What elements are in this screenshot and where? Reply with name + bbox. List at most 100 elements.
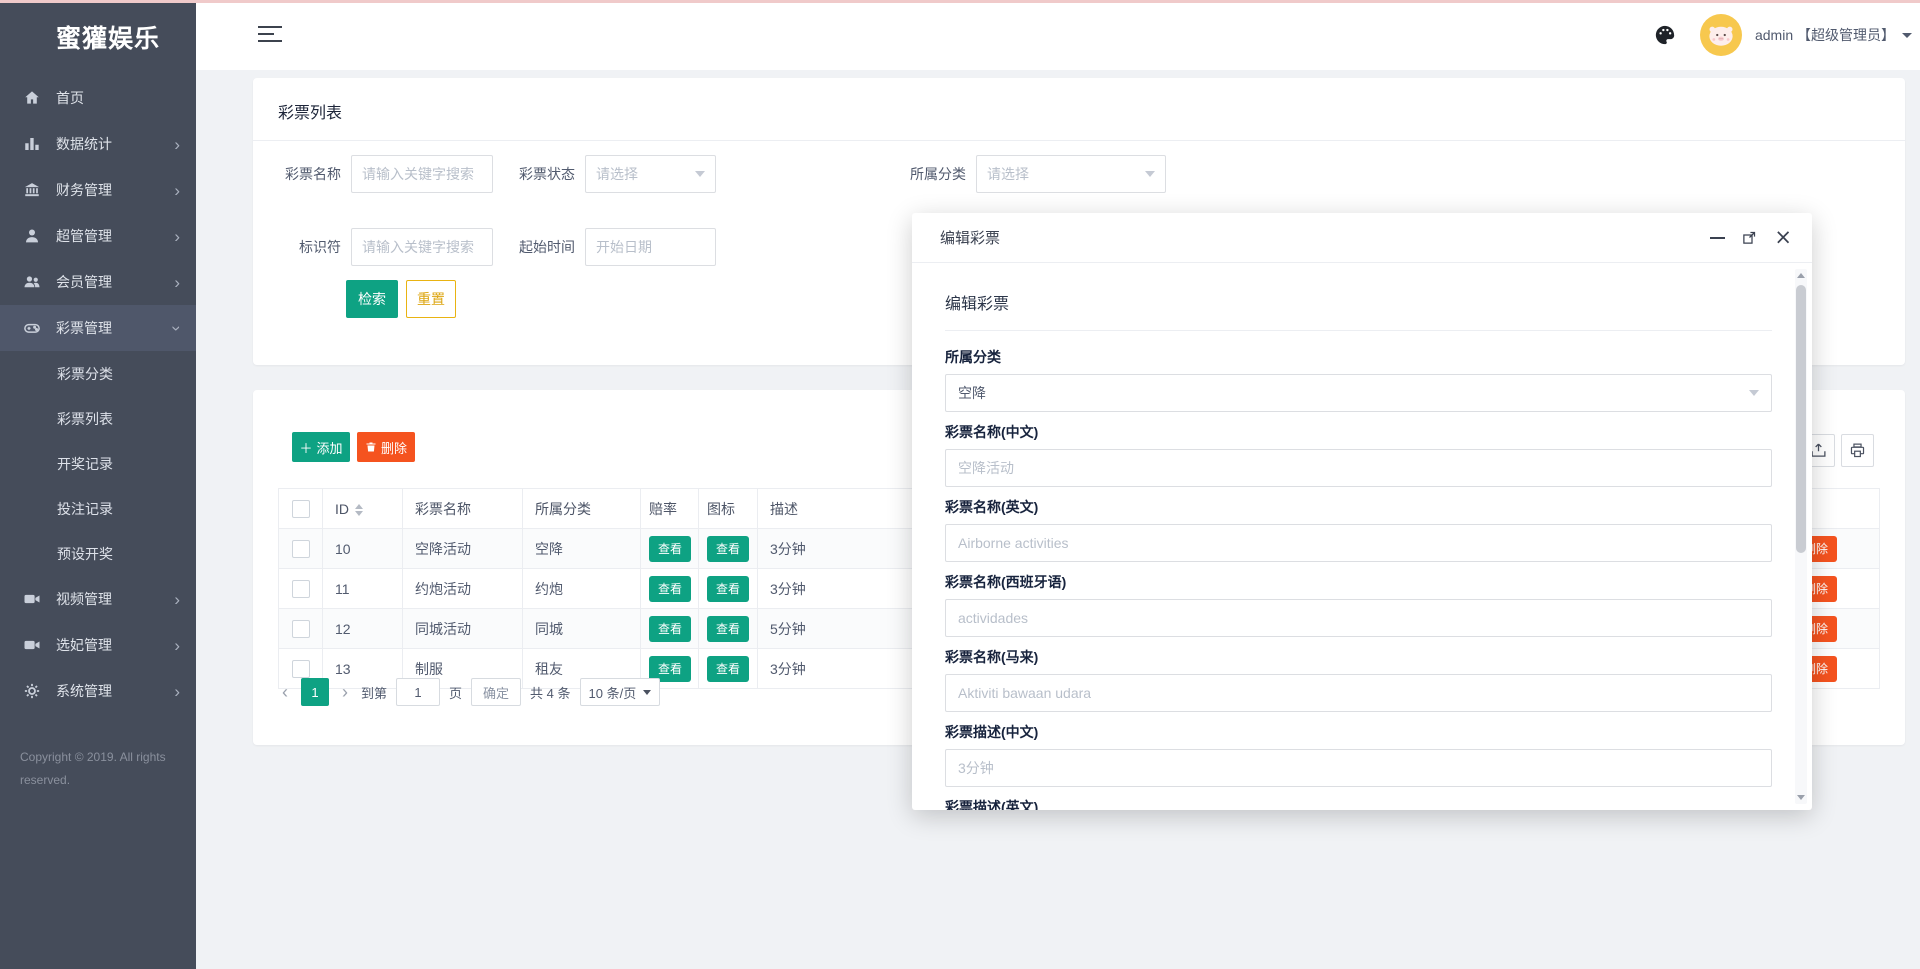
modal-input[interactable]: actividades bbox=[945, 599, 1772, 637]
user-menu[interactable]: admin 【超级管理员】 bbox=[1755, 25, 1895, 45]
select-all-checkbox[interactable] bbox=[292, 500, 310, 518]
sidebar-subitem-label: 投注记录 bbox=[57, 499, 180, 519]
icon-view-button[interactable]: 查看 bbox=[707, 616, 749, 642]
filter-select[interactable]: 请选择 bbox=[585, 155, 716, 193]
close-icon[interactable]: × bbox=[1774, 227, 1792, 248]
filter-input[interactable]: 请输入关键字搜索 bbox=[351, 228, 493, 266]
video-icon bbox=[22, 636, 41, 655]
chevron-right-icon: › bbox=[174, 274, 180, 291]
chevron-right-icon: › bbox=[174, 683, 180, 700]
row-checkbox[interactable] bbox=[292, 620, 310, 638]
cell-name: 同城活动 bbox=[403, 609, 523, 649]
bulk-delete-button[interactable]: 删除 bbox=[357, 432, 415, 462]
modal-field: 所属分类空降 bbox=[945, 349, 1772, 412]
cell-name: 约炮活动 bbox=[403, 569, 523, 609]
modal-input[interactable]: 3分钟 bbox=[945, 749, 1772, 787]
filter-input[interactable]: 请输入关键字搜索 bbox=[351, 155, 493, 193]
maximize-button[interactable] bbox=[1742, 230, 1757, 245]
hamburger-menu-icon[interactable] bbox=[258, 26, 282, 42]
sidebar-item[interactable]: 彩票管理› bbox=[0, 305, 196, 351]
chevron-right-icon: › bbox=[174, 182, 180, 199]
odds-view-button[interactable]: 查看 bbox=[649, 616, 691, 642]
sidebar-item[interactable]: 选妃管理› bbox=[0, 622, 196, 668]
modal-field: 彩票名称(西班牙语)actividades bbox=[945, 574, 1772, 637]
filter-label: 彩票状态 bbox=[517, 164, 575, 184]
sidebar-item[interactable]: 系统管理› bbox=[0, 668, 196, 714]
sidebar-subitem-label: 彩票列表 bbox=[57, 409, 180, 429]
scrollbar-thumb[interactable] bbox=[1796, 285, 1806, 553]
minimize-button[interactable] bbox=[1710, 237, 1725, 239]
page-size-select[interactable]: 10 条/页 bbox=[580, 678, 661, 706]
add-button[interactable]: ＋添加 bbox=[292, 432, 350, 462]
sidebar-subitem[interactable]: 彩票列表 bbox=[0, 396, 196, 441]
sidebar-item-label: 数据统计 bbox=[56, 134, 174, 154]
row-checkbox[interactable] bbox=[292, 580, 310, 598]
printer-icon bbox=[1849, 442, 1866, 459]
icon-view-button[interactable]: 查看 bbox=[707, 656, 749, 682]
scroll-up-icon[interactable] bbox=[1797, 273, 1805, 278]
filter-input[interactable]: 开始日期 bbox=[585, 228, 716, 266]
sidebar-item[interactable]: 超管管理› bbox=[0, 213, 196, 259]
sidebar-subitem[interactable]: 投注记录 bbox=[0, 486, 196, 531]
row-checkbox[interactable] bbox=[292, 660, 310, 678]
sidebar-item[interactable]: 财务管理› bbox=[0, 167, 196, 213]
reset-button[interactable]: 重置 bbox=[406, 280, 456, 318]
sidebar-item-label: 会员管理 bbox=[56, 272, 174, 292]
row-checkbox[interactable] bbox=[292, 540, 310, 558]
sidebar-item[interactable]: 会员管理› bbox=[0, 259, 196, 305]
goto-confirm-button[interactable]: 确定 bbox=[471, 678, 521, 706]
chevron-right-icon: › bbox=[174, 637, 180, 654]
modal-field-label: 彩票描述(英文) bbox=[945, 799, 1772, 810]
icon-view-button[interactable]: 查看 bbox=[707, 536, 749, 562]
modal-input[interactable]: Airborne activities bbox=[945, 524, 1772, 562]
sidebar-subitem[interactable]: 开奖记录 bbox=[0, 441, 196, 486]
modal-scrollbar[interactable] bbox=[1795, 269, 1807, 804]
modal-field: 彩票名称(马来) Aktiviti bawaan udara bbox=[945, 649, 1772, 712]
print-button[interactable] bbox=[1841, 434, 1874, 467]
modal-field-label: 彩票描述(中文) bbox=[945, 724, 1772, 740]
page-title: 彩票列表 bbox=[278, 99, 342, 123]
theme-palette-icon[interactable] bbox=[1654, 24, 1676, 46]
sidebar-item-label: 系统管理 bbox=[56, 681, 174, 701]
modal-field: 彩票描述(中文) 3分钟 bbox=[945, 724, 1772, 787]
filter-select[interactable]: 请选择 bbox=[976, 155, 1166, 193]
cell-category: 约炮 bbox=[523, 569, 641, 609]
sort-icon[interactable] bbox=[355, 504, 363, 516]
column-header: 彩票名称 bbox=[403, 489, 523, 529]
column-header: 图标 bbox=[699, 489, 758, 529]
chevron-right-icon: › bbox=[174, 591, 180, 608]
sidebar-subitem[interactable]: 彩票分类 bbox=[0, 351, 196, 396]
export-icon bbox=[1810, 442, 1827, 459]
cell-category: 空降 bbox=[523, 529, 641, 569]
modal-select[interactable]: 空降 bbox=[945, 374, 1772, 412]
sidebar-item[interactable]: 数据统计› bbox=[0, 121, 196, 167]
prev-page-button[interactable]: ‹ bbox=[278, 682, 292, 703]
filter-label: 彩票名称 bbox=[283, 164, 341, 184]
odds-view-button[interactable]: 查看 bbox=[649, 576, 691, 602]
sidebar-item-label: 彩票管理 bbox=[56, 318, 174, 338]
icon-view-button[interactable]: 查看 bbox=[707, 576, 749, 602]
column-header: 所属分类 bbox=[523, 489, 641, 529]
sidebar-item[interactable]: 首页 bbox=[0, 75, 196, 121]
odds-view-button[interactable]: 查看 bbox=[649, 536, 691, 562]
avatar[interactable] bbox=[1700, 14, 1742, 56]
sidebar-item[interactable]: 视频管理› bbox=[0, 576, 196, 622]
modal-input[interactable]: 空降活动 bbox=[945, 449, 1772, 487]
sidebar-subitem[interactable]: 预设开奖 bbox=[0, 531, 196, 576]
caret-down-icon bbox=[1749, 390, 1759, 396]
next-page-button[interactable]: › bbox=[338, 682, 352, 703]
sidebar-item-label: 财务管理 bbox=[56, 180, 174, 200]
goto-page-input[interactable]: 1 bbox=[396, 678, 440, 706]
page-number-button[interactable]: 1 bbox=[301, 678, 329, 706]
edit-lottery-modal: 编辑彩票 × 编辑彩票 所属分类空降彩票名称(中文)空降活动彩票名称(英文)Ai… bbox=[912, 213, 1812, 810]
scroll-down-icon[interactable] bbox=[1797, 795, 1805, 800]
modal-input[interactable]: Aktiviti bawaan udara bbox=[945, 674, 1772, 712]
modal-field: 彩票名称(英文)Airborne activities bbox=[945, 499, 1772, 562]
search-button[interactable]: 检索 bbox=[346, 280, 398, 318]
modal-body: 编辑彩票 所属分类空降彩票名称(中文)空降活动彩票名称(英文)Airborne … bbox=[912, 264, 1812, 810]
plus-icon: ＋ bbox=[299, 438, 312, 457]
cell-id: 10 bbox=[323, 529, 403, 569]
total-count-label: 共 4 条 bbox=[530, 683, 570, 702]
modal-field-label: 彩票名称(马来) bbox=[945, 649, 1772, 665]
column-header[interactable]: ID bbox=[323, 489, 403, 529]
